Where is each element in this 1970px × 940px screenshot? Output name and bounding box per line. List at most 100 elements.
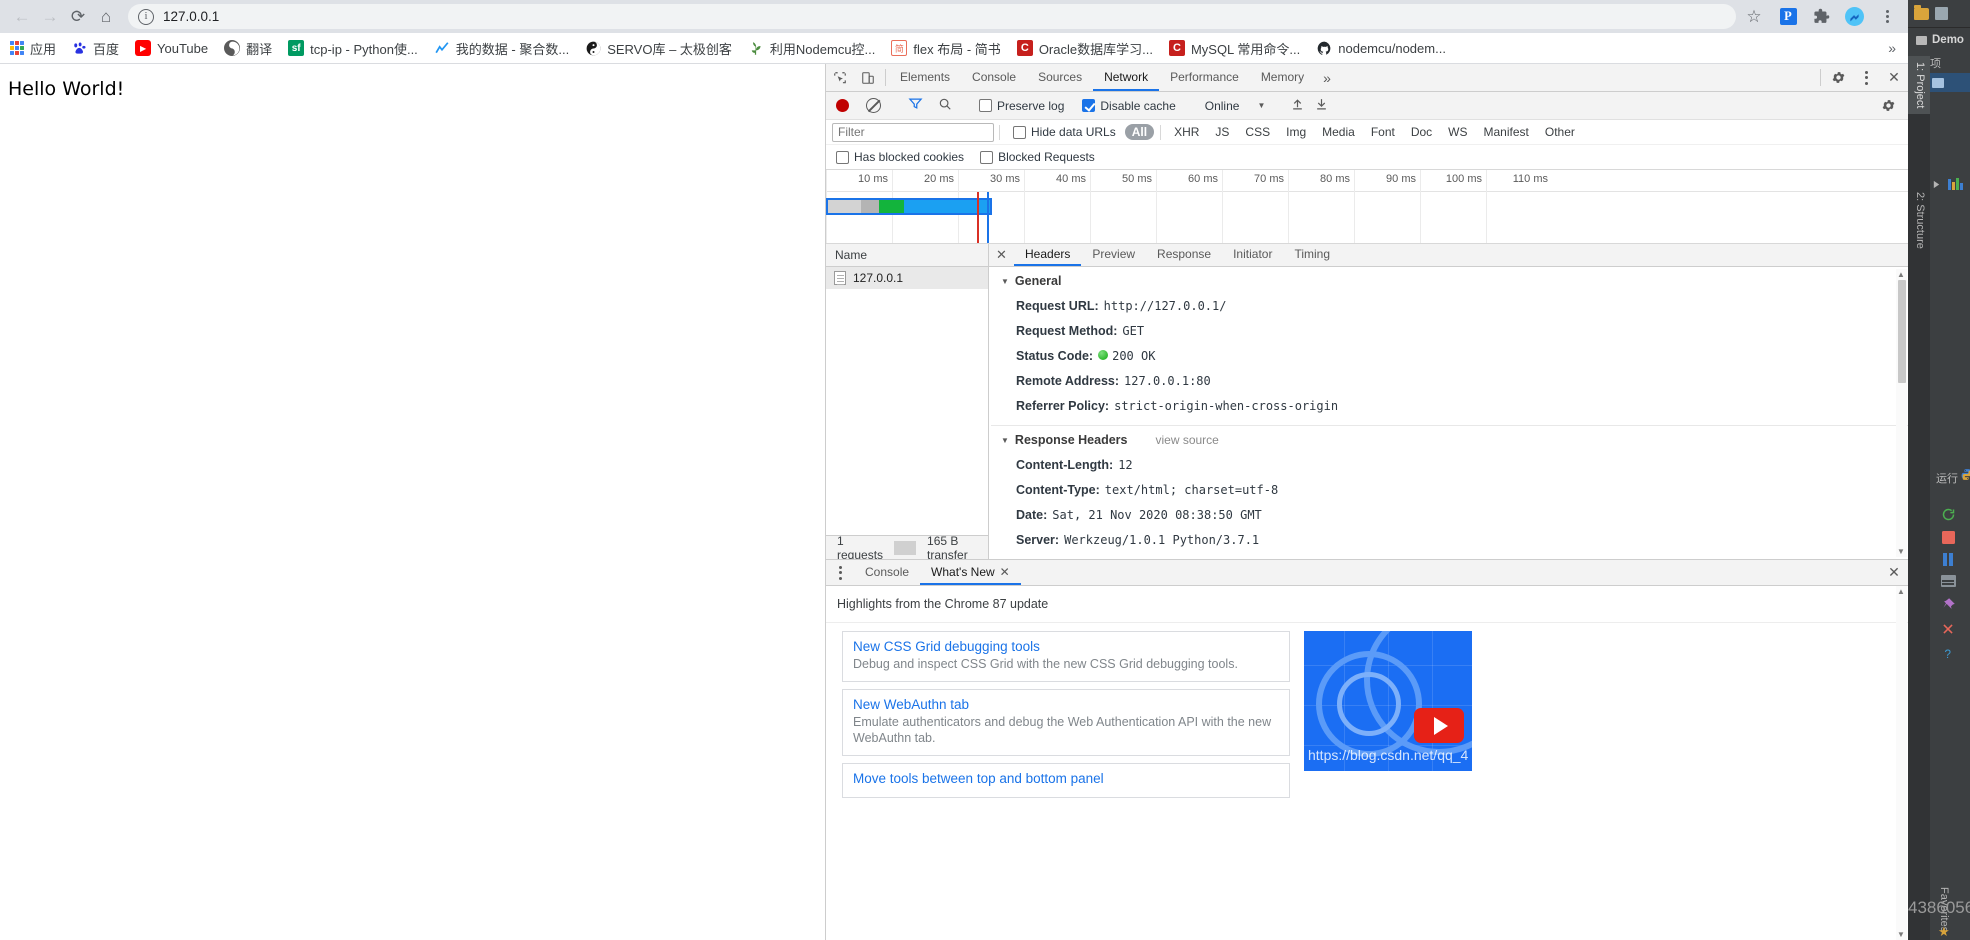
bookmark-nodemcu-control[interactable]: 利用Nodemcu控...: [740, 36, 883, 61]
funnel-icon[interactable]: [908, 96, 923, 115]
drawer-menu-icon[interactable]: [826, 560, 854, 585]
network-overview-timeline[interactable]: 10 ms 20 ms 30 ms 40 ms 50 ms 60 ms 70 m…: [826, 170, 1908, 244]
bookmark-jianshu[interactable]: 简 flex 布局 - 简书: [883, 36, 1008, 61]
detail-scrollbar[interactable]: ▲ ▼: [1896, 269, 1907, 557]
export-har-icon[interactable]: [1310, 97, 1332, 114]
filter-type-media[interactable]: Media: [1315, 124, 1362, 140]
drawer-scrollbar[interactable]: ▲ ▼: [1896, 586, 1907, 940]
save-icon[interactable]: [1935, 7, 1948, 20]
tree-expand-icon[interactable]: [1932, 180, 1941, 192]
device-toolbar-icon[interactable]: [854, 64, 882, 91]
filter-type-manifest[interactable]: Manifest: [1477, 124, 1536, 140]
bookmark-servo[interactable]: SERVO库 – 太极创客: [577, 36, 740, 61]
tab-elements[interactable]: Elements: [889, 64, 961, 91]
tab-memory[interactable]: Memory: [1250, 64, 1315, 91]
filter-type-js[interactable]: JS: [1208, 124, 1236, 140]
list-item[interactable]: New WebAuthn tab Emulate authenticators …: [842, 689, 1290, 756]
filter-type-other[interactable]: Other: [1538, 124, 1582, 140]
record-button[interactable]: [836, 99, 849, 112]
tab-sources[interactable]: Sources: [1027, 64, 1093, 91]
profile-avatar-icon[interactable]: [1841, 4, 1867, 30]
apps-shortcut[interactable]: 应用: [6, 36, 63, 61]
site-info-icon[interactable]: i: [138, 8, 154, 25]
gear-icon[interactable]: [1824, 64, 1852, 91]
drawer-tab-whats-new[interactable]: What's New ✕: [920, 560, 1021, 585]
tab-initiator[interactable]: Initiator: [1222, 244, 1283, 266]
bookmark-oracle-csdn[interactable]: C Oracle数据库学习...: [1009, 36, 1161, 61]
pin-icon[interactable]: [1940, 596, 1956, 612]
extensions-puzzle-icon[interactable]: [1808, 4, 1834, 30]
table-row[interactable]: 127.0.0.1: [826, 267, 988, 289]
close-icon[interactable]: [1940, 621, 1956, 637]
devtools-menu-icon[interactable]: [1852, 64, 1880, 91]
back-button[interactable]: ←: [8, 3, 36, 31]
console-icon[interactable]: [1940, 575, 1956, 587]
disable-cache-checkbox[interactable]: Disable cache: [1082, 99, 1176, 113]
filter-type-ws[interactable]: WS: [1441, 124, 1474, 140]
list-item[interactable]: New CSS Grid debugging tools Debug and i…: [842, 631, 1290, 682]
run-tool-label[interactable]: 运行: [1936, 470, 1958, 486]
tab-performance[interactable]: Performance: [1159, 64, 1250, 91]
throttling-select[interactable]: Online ▼: [1199, 98, 1272, 114]
close-tab-icon[interactable]: ✕: [1000, 565, 1010, 579]
scroll-up-icon[interactable]: ▲: [1897, 587, 1905, 596]
bookmark-baidu[interactable]: 百度: [63, 36, 127, 61]
forward-button[interactable]: →: [36, 3, 64, 31]
requests-column-header[interactable]: Name: [826, 244, 988, 267]
rerun-icon[interactable]: [1940, 506, 1956, 522]
pause-icon[interactable]: [1942, 553, 1954, 566]
filter-type-doc[interactable]: Doc: [1404, 124, 1439, 140]
hide-data-urls-checkbox[interactable]: Hide data URLs: [1013, 125, 1116, 139]
more-tabs-icon[interactable]: »: [1315, 64, 1339, 91]
drawer-tab-console[interactable]: Console: [854, 560, 920, 585]
stop-icon[interactable]: [1941, 531, 1955, 544]
preserve-log-checkbox[interactable]: Preserve log: [979, 99, 1064, 113]
import-har-icon[interactable]: [1286, 97, 1308, 114]
tab-timing[interactable]: Timing: [1283, 244, 1341, 266]
tab-network[interactable]: Network: [1093, 64, 1160, 91]
blocked-requests-checkbox[interactable]: Blocked Requests: [980, 150, 1095, 164]
scroll-down-icon[interactable]: ▼: [1897, 547, 1905, 556]
view-source-link[interactable]: view source: [1155, 433, 1218, 447]
has-blocked-cookies-checkbox[interactable]: Has blocked cookies: [836, 150, 964, 164]
list-item[interactable]: Move tools between top and bottom panel: [842, 763, 1290, 798]
help-icon[interactable]: ?: [1940, 646, 1956, 662]
open-folder-icon[interactable]: [1914, 4, 1929, 20]
scrollbar-thumb[interactable]: [1897, 280, 1906, 383]
tab-console[interactable]: Console: [961, 64, 1027, 91]
scroll-up-icon[interactable]: ▲: [1897, 270, 1905, 279]
chrome-menu-icon[interactable]: [1874, 4, 1900, 30]
card-title[interactable]: New CSS Grid debugging tools: [853, 639, 1279, 654]
bookmark-translate[interactable]: 翻译: [216, 36, 280, 61]
card-title[interactable]: New WebAuthn tab: [853, 697, 1279, 712]
chrome-devtools-video-thumbnail[interactable]: https://blog.csdn.net/qq_4: [1304, 631, 1472, 771]
tab-headers[interactable]: Headers: [1014, 244, 1082, 266]
bookmark-segmentfault[interactable]: sf tcp-ip - Python使...: [280, 36, 426, 61]
filter-type-all[interactable]: All: [1124, 124, 1155, 140]
bookmark-github-nodemcu[interactable]: nodemcu/nodem...: [1308, 37, 1454, 59]
close-detail-icon[interactable]: ✕: [989, 244, 1014, 266]
close-devtools-icon[interactable]: ✕: [1880, 64, 1908, 91]
bookmark-mysql-csdn[interactable]: C MySQL 常用命令...: [1161, 36, 1308, 61]
network-settings-gear-icon[interactable]: [1874, 98, 1902, 113]
section-response-headers-header[interactable]: ▼ Response Headers view source: [991, 426, 1908, 453]
bookmark-youtube[interactable]: ▶ YouTube: [127, 37, 216, 59]
filter-type-xhr[interactable]: XHR: [1167, 124, 1206, 140]
sidebar-item-structure[interactable]: 2: Structure: [1908, 186, 1930, 255]
section-general-header[interactable]: ▼ General: [991, 267, 1908, 294]
clear-icon[interactable]: [866, 98, 881, 113]
inspect-element-icon[interactable]: [826, 64, 854, 91]
bookmark-juhe[interactable]: 我的数据 - 聚合数...: [426, 36, 577, 61]
home-button[interactable]: ⌂: [92, 3, 120, 31]
tab-response[interactable]: Response: [1146, 244, 1222, 266]
tab-preview[interactable]: Preview: [1081, 244, 1146, 266]
pocket-extension-icon[interactable]: P: [1775, 4, 1801, 30]
filter-input[interactable]: [832, 122, 994, 142]
filter-type-css[interactable]: CSS: [1238, 124, 1277, 140]
reload-button[interactable]: ⟳: [64, 3, 92, 31]
filter-type-img[interactable]: Img: [1279, 124, 1313, 140]
sidebar-item-project[interactable]: 1: Project: [1908, 56, 1930, 115]
close-drawer-icon[interactable]: ✕: [1880, 560, 1908, 585]
card-title[interactable]: Move tools between top and bottom panel: [853, 771, 1279, 786]
filter-type-font[interactable]: Font: [1364, 124, 1402, 140]
